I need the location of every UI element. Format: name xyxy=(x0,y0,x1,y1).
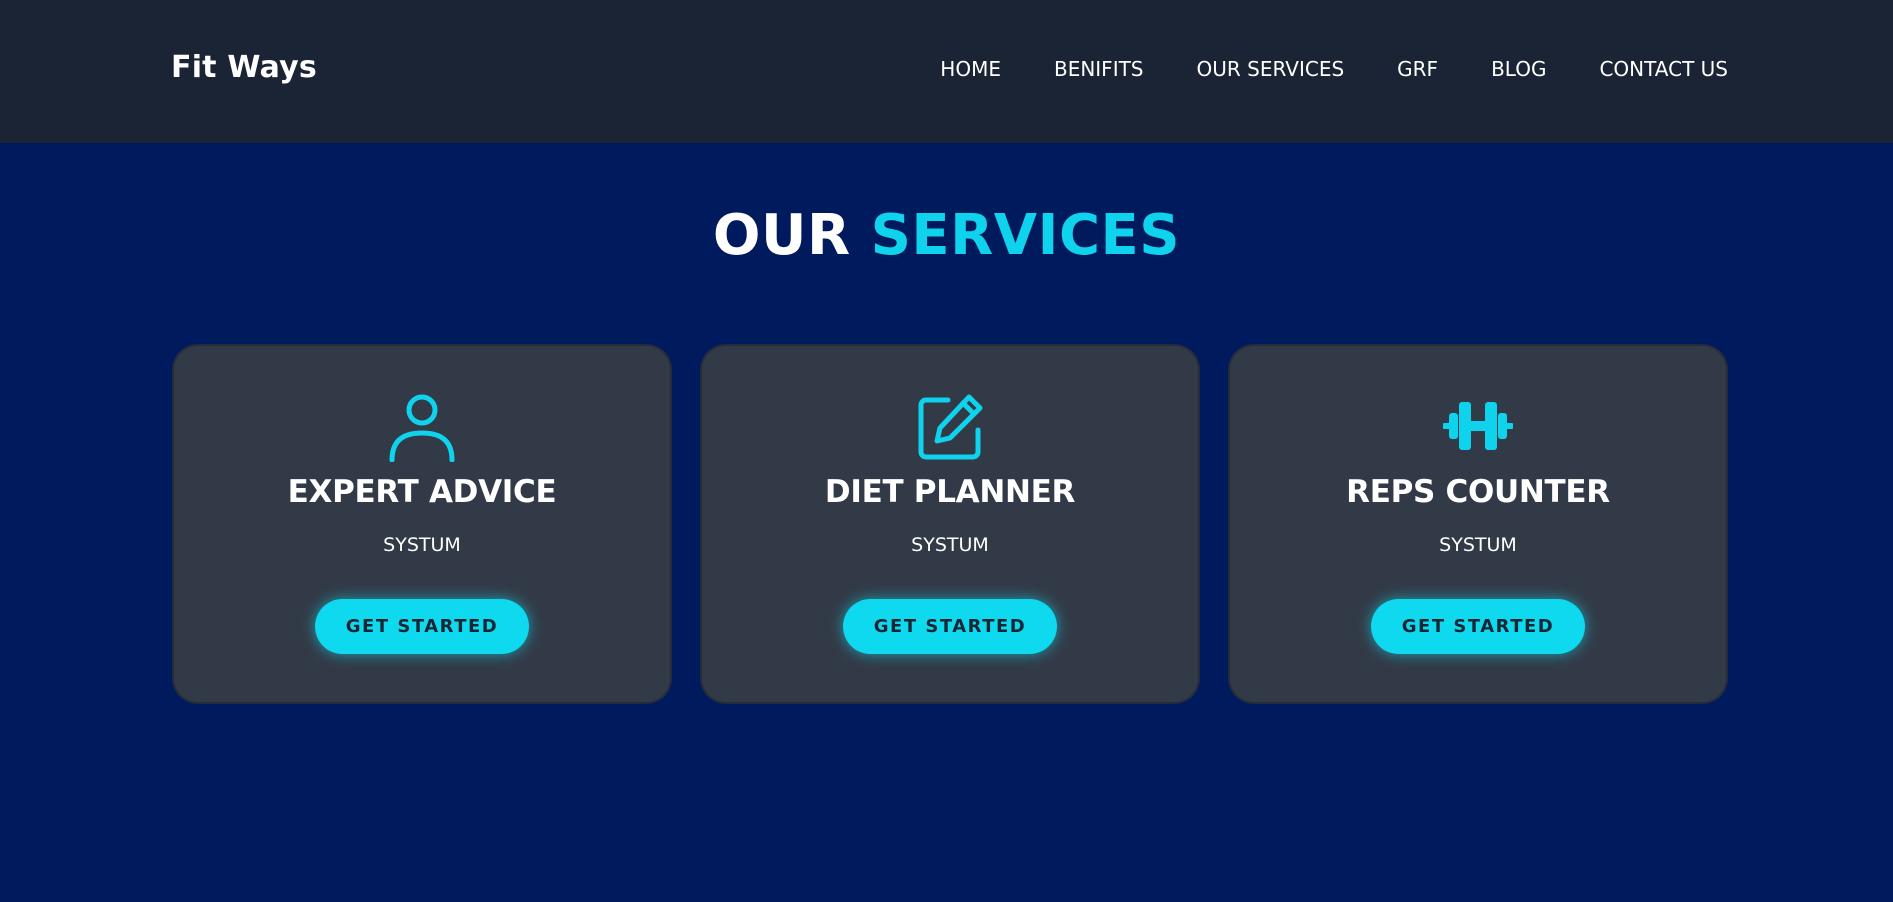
section-title-main: OUR xyxy=(712,203,851,268)
card-subtitle: SYSTUM xyxy=(383,534,461,556)
service-card-diet-planner: DIET PLANNER SYSTUM GET STARTED xyxy=(700,344,1200,704)
nav-link-grf[interactable]: GRF xyxy=(1397,56,1438,82)
get-started-button[interactable]: GET STARTED xyxy=(1371,599,1585,654)
service-card-expert-advice: EXPERT ADVICE SYSTUM GET STARTED xyxy=(172,344,672,704)
card-subtitle: SYSTUM xyxy=(911,534,989,556)
nav-link-benefits[interactable]: BENIFITS xyxy=(1054,56,1144,82)
nav-link-contact-us[interactable]: CONTACT US xyxy=(1599,56,1728,82)
card-title: REPS COUNTER xyxy=(1346,474,1610,510)
nav-link-our-services[interactable]: OUR SERVICES xyxy=(1197,56,1345,82)
navbar: Fit Ways HOME BENIFITS OUR SERVICES GRF … xyxy=(0,0,1893,143)
nav-link-home[interactable]: HOME xyxy=(940,56,1001,82)
card-title: DIET PLANNER xyxy=(824,474,1076,510)
get-started-button[interactable]: GET STARTED xyxy=(843,599,1057,654)
services-cards: EXPERT ADVICE SYSTUM GET STARTED DIET PL… xyxy=(172,344,1728,704)
section-title-accent: SERVICES xyxy=(870,203,1181,268)
card-title: EXPERT ADVICE xyxy=(287,474,557,510)
nav-link-blog[interactable]: BLOG xyxy=(1491,56,1546,82)
main-nav: HOME BENIFITS OUR SERVICES GRF BLOG CONT… xyxy=(887,56,1728,82)
dumbbell-icon xyxy=(1442,390,1514,462)
card-subtitle: SYSTUM xyxy=(1439,534,1517,556)
section-title: OUR SERVICES xyxy=(0,203,1893,268)
brand-logo[interactable]: Fit Ways xyxy=(171,50,317,85)
edit-icon xyxy=(914,390,986,462)
service-card-reps-counter: REPS COUNTER SYSTUM GET STARTED xyxy=(1228,344,1728,704)
user-icon xyxy=(386,390,458,462)
get-started-button[interactable]: GET STARTED xyxy=(315,599,529,654)
